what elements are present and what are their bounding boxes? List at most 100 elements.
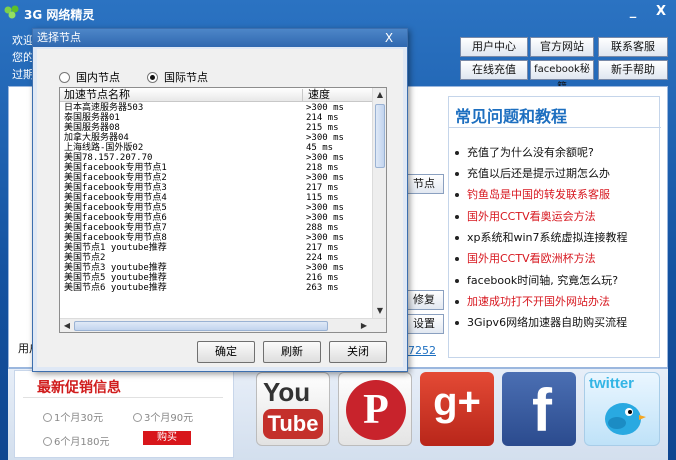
horizontal-scrollbar[interactable]: ◀ ▶ <box>60 318 386 332</box>
table-row[interactable]: 美国服务器08 215 ms <box>60 123 372 133</box>
google-plus-icon[interactable]: g+ <box>420 372 494 446</box>
faq-item[interactable]: 加速成功打不开国外网站办法 <box>455 293 610 309</box>
node-speed: >300 ms <box>306 233 344 243</box>
vertical-scrollbar[interactable]: ▲ ▼ <box>372 88 386 318</box>
faq-item[interactable]: 3Gipv6网络加速器自助购买流程 <box>455 314 627 330</box>
promo-divider <box>23 397 223 398</box>
scroll-up-icon[interactable]: ▲ <box>374 90 386 99</box>
dialog-close-icon[interactable]: X <box>375 31 403 45</box>
refresh-button[interactable]: 刷新 <box>263 341 321 363</box>
plan-6-month-radio[interactable]: 6个月180元 <box>43 433 109 448</box>
bullet-icon <box>455 300 459 304</box>
main-window: 3G 网络精灵 _ X 欢迎 您的 过期 用户中心 官方网站 联系客服 在线充值… <box>0 0 676 460</box>
domestic-node-radio[interactable]: 国内节点 <box>59 69 120 85</box>
node-speed: 214 ms <box>306 113 339 123</box>
node-name: 美国节点5 youtube推荐 <box>64 273 167 283</box>
repair-button[interactable]: 修复 <box>404 290 444 310</box>
twitter-word: twitter <box>589 375 634 392</box>
node-list[interactable]: 加速节点名称 速度 日本高速服务器503 >300 ms 泰国服务器01 214 m… <box>59 87 387 333</box>
column-header-speed[interactable]: 速度 <box>308 88 330 102</box>
user-center-button[interactable]: 用户中心 <box>460 37 528 57</box>
international-node-radio[interactable]: 国际节点 <box>147 69 208 85</box>
minimize-button[interactable]: _ <box>624 4 642 20</box>
close-button[interactable]: X <box>652 4 670 20</box>
bullet-icon <box>455 193 459 197</box>
app-title: 3G 网络精灵 <box>24 8 95 22</box>
dialog-body: 国内节点 国际节点 加速节点名称 速度 日本高速服务器503 >300 ms 泰国… <box>37 49 403 367</box>
table-row[interactable]: 美国78.157.207.70 >300 ms <box>60 153 372 163</box>
node-name: 日本高速服务器503 <box>64 103 144 113</box>
select-node-button[interactable]: 节点 <box>404 174 444 194</box>
node-name: 美国facebook专用节点3 <box>64 183 167 193</box>
radio-icon <box>43 413 52 422</box>
faq-item[interactable]: 钓鱼岛是中国的转发联系客服 <box>455 186 610 202</box>
node-speed: 217 ms <box>306 183 339 193</box>
column-divider <box>302 89 303 101</box>
table-row[interactable]: 美国facebook专用节点6 >300 ms <box>60 213 372 223</box>
faq-panel: 常见问题和教程 充值了为什么没有余额呢? 充值以后还是提示过期怎么办 钓鱼岛是中… <box>448 96 661 358</box>
table-row[interactable]: 上海线路-国外版02 45 ms <box>60 143 372 153</box>
table-row[interactable]: 美国节点6 youtube推荐 263 ms <box>60 283 372 293</box>
table-row[interactable]: 加拿大服务器04 >300 ms <box>60 133 372 143</box>
table-row[interactable]: 美国facebook专用节点2 >300 ms <box>60 173 372 183</box>
online-recharge-button[interactable]: 在线充值 <box>460 60 528 80</box>
table-row[interactable]: 美国节点1 youtube推荐 217 ms <box>60 243 372 253</box>
official-site-button[interactable]: 官方网站 <box>530 37 594 57</box>
faq-item-label: xp系统和win7系统虚拟连接教程 <box>467 231 628 244</box>
table-row[interactable]: 美国节点3 youtube推荐 >300 ms <box>60 263 372 273</box>
table-row[interactable]: 泰国服务器01 214 ms <box>60 113 372 123</box>
faq-item[interactable]: 充值了为什么没有余额呢? <box>455 144 594 160</box>
scroll-left-icon[interactable]: ◀ <box>61 321 73 330</box>
faq-title: 常见问题和教程 <box>455 107 568 126</box>
account-text: 您的 <box>12 51 34 64</box>
horizontal-scroll-thumb[interactable] <box>74 321 328 331</box>
facebook-icon[interactable]: f <box>502 372 576 446</box>
faq-item-label: facebook时间轴, 究竟怎么玩? <box>467 274 619 287</box>
close-dialog-button[interactable]: 关闭 <box>329 341 387 363</box>
table-row[interactable]: 美国facebook专用节点3 217 ms <box>60 183 372 193</box>
node-speed: >300 ms <box>306 203 344 213</box>
facebook-tips-button[interactable]: facebook秘籍 <box>530 60 594 93</box>
radio-label: 国内节点 <box>76 71 120 84</box>
faq-item-label: 3Gipv6网络加速器自助购买流程 <box>467 316 628 329</box>
faq-item[interactable]: 充值以后还是提示过期怎么办 <box>455 165 610 181</box>
plan-3-month-radio[interactable]: 3个月90元 <box>133 409 193 424</box>
partial-link[interactable]: 7252 <box>408 344 436 357</box>
beginner-help-button[interactable]: 新手帮助 <box>598 60 668 80</box>
ok-button[interactable]: 确定 <box>197 341 255 363</box>
table-row[interactable]: 美国facebook专用节点1 218 ms <box>60 163 372 173</box>
contact-support-button[interactable]: 联系客服 <box>598 37 668 57</box>
bullet-icon <box>455 236 459 240</box>
faq-item[interactable]: facebook时间轴, 究竟怎么玩? <box>455 272 618 288</box>
node-speed: >300 ms <box>306 103 344 113</box>
vertical-scroll-thumb[interactable] <box>375 104 385 168</box>
table-row[interactable]: 美国节点5 youtube推荐 216 ms <box>60 273 372 283</box>
table-row[interactable]: 美国facebook专用节点4 115 ms <box>60 193 372 203</box>
table-row[interactable]: 美国facebook专用节点7 288 ms <box>60 223 372 233</box>
twitter-icon[interactable]: twitter <box>584 372 660 446</box>
twitter-bird-icon <box>605 403 646 435</box>
table-row[interactable]: 美国facebook专用节点8 >300 ms <box>60 233 372 243</box>
settings-button[interactable]: 设置 <box>404 314 444 334</box>
node-name: 美国facebook专用节点2 <box>64 173 167 183</box>
table-row[interactable]: 日本高速服务器503 >300 ms <box>60 103 372 113</box>
scroll-down-icon[interactable]: ▼ <box>374 306 386 315</box>
promo-panel: 最新促销信息 1个月30元 3个月90元 6个月180元 购买 <box>14 370 234 458</box>
plan-1-month-radio[interactable]: 1个月30元 <box>43 409 103 424</box>
table-row[interactable]: 美国节点2 224 ms <box>60 253 372 263</box>
bullet-icon <box>455 321 459 325</box>
faq-item[interactable]: 国外用CCTV看奥运会方法 <box>455 208 596 224</box>
bullet-icon <box>455 257 459 261</box>
youtube-icon[interactable]: You Tube <box>256 372 330 446</box>
table-row[interactable]: 美国facebook专用节点5 >300 ms <box>60 203 372 213</box>
faq-item[interactable]: xp系统和win7系统虚拟连接教程 <box>455 229 628 245</box>
node-name: 美国facebook专用节点6 <box>64 213 167 223</box>
faq-item[interactable]: 国外用CCTV看欧洲杯方法 <box>455 250 596 266</box>
scroll-right-icon[interactable]: ▶ <box>358 321 370 330</box>
select-node-dialog: 选择节点 X 国内节点 国际节点 加速节点名称 速度 日本高速服务器503 >30… <box>32 28 408 372</box>
youtube-word: You <box>263 377 311 407</box>
pinterest-icon[interactable]: P <box>338 372 412 446</box>
buy-button[interactable]: 购买 <box>143 431 191 445</box>
column-header-name[interactable]: 加速节点名称 <box>64 88 130 102</box>
node-name: 美国节点1 youtube推荐 <box>64 243 167 253</box>
